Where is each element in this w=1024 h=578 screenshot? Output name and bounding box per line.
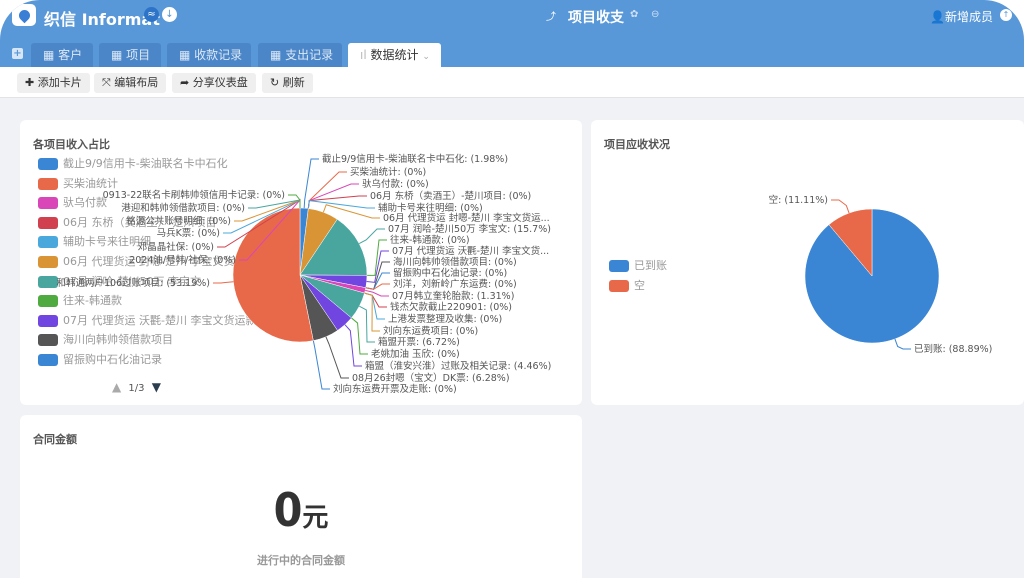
add-member-button[interactable]: 👤新增成员	[930, 8, 993, 25]
header: 织信 Informat ≈ ↓ ⤴ 项目收支 ✿ ⊖ 👤新增成员 ↑ + ▦ 客…	[0, 0, 1024, 67]
add-tab-icon[interactable]: +	[12, 48, 23, 59]
legend-pager: ▲ 1/3 ▼	[112, 380, 161, 394]
legend-item[interactable]: 辅助卡号来往明细	[38, 235, 151, 249]
tab-label: 数据统计	[370, 48, 419, 62]
legend-label: 截止9/9信用卡-柴油联名卡中石化	[63, 157, 228, 170]
add-card-button[interactable]: ✚ 添加卡片	[17, 73, 90, 93]
tab-statistics[interactable]: ıl 数据统计 ⌄	[348, 43, 441, 67]
legend-label: 06月 东桥（卖酒王）-楚川项目	[63, 215, 217, 229]
legend-label: 买柴油统计	[63, 176, 118, 190]
share-icon: ⤴	[546, 12, 556, 23]
tab-projects[interactable]: ▦ 项目	[99, 43, 161, 67]
card-title: 项目应收状况	[604, 138, 670, 151]
legend-label: 已到账	[634, 259, 667, 272]
legend-item[interactable]: 07月 代理货运 沃氍-楚川 李宝文货运款A	[38, 314, 264, 328]
legend-item[interactable]: 买柴油统计	[38, 177, 118, 191]
legend-item[interactable]: 07月 润哈-楚川50万 李宝文	[38, 275, 201, 289]
logo-icon[interactable]	[12, 4, 36, 26]
settings-icon[interactable]: ✿	[630, 9, 638, 20]
legend-label: 07月 代理货运 沃氍-楚川 李宝文货运款A	[63, 313, 264, 327]
next-page-icon[interactable]: ▼	[152, 380, 161, 394]
refresh-button[interactable]: ↻ 刷新	[262, 73, 313, 93]
toolbar: ✚ 添加卡片 ⤧ 编辑布局 ➦ 分享仪表盘 ↻ 刷新	[0, 67, 1024, 98]
tab-customers[interactable]: ▦ 客户	[31, 43, 93, 67]
legend-item[interactable]: 往来-韩通款	[38, 294, 122, 308]
card-title: 合同金额	[33, 433, 77, 446]
legend-item[interactable]: 留振购中石化油记录	[38, 353, 162, 367]
amount-value: 0元	[273, 483, 329, 537]
legend-label: 07月 润哈-楚川50万 李宝文	[63, 274, 201, 288]
legend-label: 驮乌付款	[63, 196, 107, 210]
legend-label: 辅助卡号来往明细	[63, 235, 151, 249]
app-window: 织信 Informat ≈ ↓ ⤴ 项目收支 ✿ ⊖ 👤新增成员 ↑ + ▦ 客…	[0, 0, 1024, 578]
tab-label: 客户	[58, 48, 83, 62]
receivable-status-card: 项目应收状况 已到账 空	[591, 120, 1024, 405]
pager-text: 1/3	[128, 383, 145, 394]
legend-label: 往来-韩通款	[63, 294, 122, 308]
upload-icon[interactable]: ↑	[1000, 9, 1012, 21]
download-icon[interactable]: ↓	[162, 7, 177, 22]
tab-receipts[interactable]: ▦ 收款记录	[167, 43, 251, 67]
legend-item[interactable]: 已到账	[609, 259, 667, 273]
tab-expenses[interactable]: ▦ 支出记录	[258, 43, 342, 67]
edit-layout-button[interactable]: ⤧ 编辑布局	[94, 73, 167, 93]
globe-icon[interactable]: ≈	[144, 7, 159, 22]
refresh-label: 刷新	[282, 76, 305, 89]
tab-label: 项目	[126, 48, 151, 62]
amount-caption: 进行中的合同金额	[257, 554, 345, 567]
tab-label: 收款记录	[194, 48, 243, 62]
tab-label: 支出记录	[285, 48, 334, 62]
legend-item[interactable]: 驮乌付款	[38, 196, 107, 210]
share-label: 分享仪表盘	[192, 76, 248, 89]
exit-icon[interactable]: ⊖	[651, 9, 659, 20]
brand-name: 织信 Informat	[44, 10, 160, 29]
legend-item[interactable]: 06月 代理货运 封嗯-楚川 李宝文货运款A	[38, 255, 264, 269]
legend-item[interactable]: 截止9/9信用卡-柴油联名卡中石化	[38, 157, 228, 171]
share-dashboard-button[interactable]: ➦ 分享仪表盘	[172, 73, 256, 93]
chevron-down-icon[interactable]: ⌄	[422, 52, 430, 62]
legend-item[interactable]: 06月 东桥（卖酒王）-楚川项目	[38, 216, 216, 230]
add-member-label: 新增成员	[944, 10, 993, 24]
tab-bar: + ▦ 客户 ▦ 项目 ▦ 收款记录 ▦ 支出记录 ıl 数据统计 ⌄	[0, 43, 1024, 67]
legend-item[interactable]: 空	[609, 279, 645, 293]
edit-layout-label: 编辑布局	[114, 76, 159, 89]
legend-item[interactable]: 海川向韩帅领借款项目	[38, 333, 173, 347]
legend-label: 06月 代理货运 封嗯-楚川 李宝文货运款A	[63, 255, 264, 268]
legend-label: 留振购中石化油记录	[63, 353, 162, 366]
page-title: 项目收支	[568, 10, 624, 26]
legend-label: 海川向韩帅领借款项目	[63, 333, 173, 347]
income-share-card: 各项目收入占比 截止9/9信用卡-柴油联名卡中石化 买柴油统计驮乌付款 06月 东桥…	[20, 120, 582, 405]
contract-amount-card: 合同金额 0元 进行中的合同金额	[20, 415, 582, 578]
add-card-label: 添加卡片	[37, 76, 82, 89]
legend-label: 空	[634, 279, 645, 292]
card-title: 各项目收入占比	[33, 138, 110, 151]
prev-page-icon[interactable]: ▲	[112, 380, 121, 394]
